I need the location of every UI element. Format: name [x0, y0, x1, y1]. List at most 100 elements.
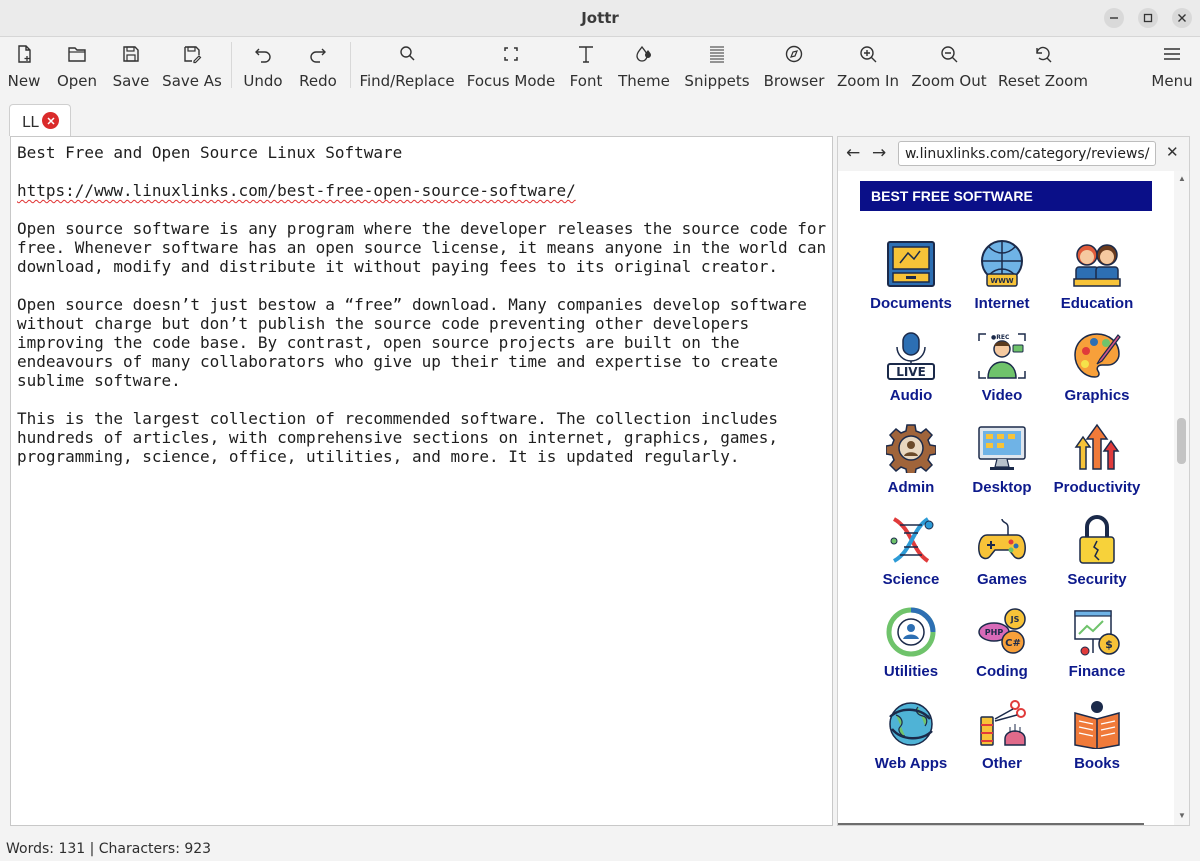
open-button[interactable]: Open — [56, 43, 98, 93]
category-science[interactable]: Science — [861, 515, 961, 601]
editor-line: hundreds of articles, with comprehensive… — [17, 428, 778, 447]
scroll-up-icon[interactable]: ▲ — [1178, 174, 1186, 183]
theme-label: Theme — [618, 72, 670, 90]
undo-button[interactable]: Undo — [243, 43, 283, 93]
browser-nav-bar: ← → w.linuxlinks.com/category/reviews/ ✕ — [838, 137, 1189, 171]
zoom-in-button[interactable]: Zoom In — [837, 43, 899, 93]
svg-text:PHP: PHP — [985, 628, 1004, 637]
category-audio[interactable]: LIVE Audio — [861, 331, 961, 417]
close-browser-button[interactable]: ✕ — [1166, 143, 1179, 161]
redo-label: Redo — [299, 72, 337, 90]
new-button[interactable]: New — [8, 43, 40, 93]
category-label: Video — [981, 387, 1023, 404]
minimize-icon — [1110, 17, 1118, 19]
editor-line: Open source software is any program wher… — [17, 219, 827, 238]
find-replace-button[interactable]: Find/Replace — [359, 43, 455, 93]
books-icon — [1074, 701, 1120, 749]
open-label: Open — [56, 72, 98, 90]
category-label: Games — [976, 571, 1028, 588]
snippets-button[interactable]: Snippets — [684, 43, 750, 93]
category-label: Internet — [974, 295, 1030, 312]
menu-button[interactable]: Menu — [1151, 43, 1193, 93]
scroll-down-icon[interactable]: ▼ — [1178, 811, 1186, 820]
tab-ll[interactable]: LL — [9, 104, 71, 136]
snippets-label: Snippets — [684, 72, 750, 90]
save-as-icon — [184, 46, 202, 64]
save-as-button[interactable]: Save As — [162, 43, 222, 93]
close-icon — [1178, 14, 1186, 22]
back-button[interactable]: ← — [846, 143, 860, 163]
category-internet[interactable]: WWW Internet — [952, 239, 1052, 325]
category-documents[interactable]: Documents — [861, 239, 961, 325]
category-desktop[interactable]: Desktop — [952, 423, 1052, 509]
category-admin[interactable]: Admin — [861, 423, 961, 509]
toolbar-separator — [231, 42, 232, 88]
browser-button[interactable]: Browser — [763, 43, 825, 93]
editor-line-url: https://www.linuxlinks.com/best-free-ope… — [17, 181, 576, 200]
editor-line: Best Free and Open Source Linux Software — [17, 143, 403, 162]
maximize-button[interactable] — [1138, 8, 1158, 28]
theme-drop-icon — [636, 45, 651, 62]
minimize-button[interactable] — [1104, 8, 1124, 28]
zoom-in-label: Zoom In — [837, 72, 899, 90]
category-books[interactable]: Books — [1047, 699, 1147, 785]
browser-scrollbar[interactable]: ▲ ▼ — [1174, 171, 1189, 825]
save-button[interactable]: Save — [113, 43, 149, 93]
category-productivity[interactable]: Productivity — [1047, 423, 1147, 509]
category-security[interactable]: Security — [1047, 515, 1147, 601]
close-window-button[interactable] — [1172, 8, 1192, 28]
web-apps-globe-icon — [889, 702, 933, 746]
category-coding[interactable]: JS PHP C# Coding — [952, 607, 1052, 693]
reset-zoom-label: Reset Zoom — [998, 72, 1088, 90]
redo-button[interactable]: Redo — [299, 43, 337, 93]
category-video[interactable]: ●REC Video — [952, 331, 1052, 417]
editor-line: download, modify and distribute it witho… — [17, 257, 778, 276]
desktop-icon — [978, 426, 1026, 470]
category-label: Documents — [870, 295, 952, 312]
category-games[interactable]: Games — [952, 515, 1052, 601]
category-other[interactable]: Other — [952, 699, 1052, 785]
forward-button[interactable]: → — [872, 143, 886, 163]
graphics-icon — [1074, 333, 1121, 378]
text-editor[interactable]: Best Free and Open Source Linux Software… — [10, 136, 833, 826]
focus-icon — [504, 47, 518, 61]
zoom-in-icon — [860, 46, 877, 63]
category-web-apps[interactable]: Web Apps — [861, 699, 961, 785]
theme-button[interactable]: Theme — [618, 43, 670, 93]
category-label: Books — [1074, 755, 1120, 772]
education-icon — [1073, 244, 1121, 287]
category-label: Science — [882, 571, 940, 588]
font-button[interactable]: Font — [570, 43, 602, 93]
best-free-software-banner: BEST FREE SOFTWARE — [860, 181, 1152, 211]
category-utilities[interactable]: Utilities — [861, 607, 961, 693]
gamepad-icon — [978, 518, 1026, 560]
tab-close-button[interactable] — [42, 112, 59, 129]
svg-text:●REC: ●REC — [991, 334, 1010, 341]
hamburger-menu-icon — [1164, 48, 1180, 60]
category-label: Productivity — [1053, 479, 1141, 496]
browser-label: Browser — [763, 72, 825, 90]
svg-text:C#: C# — [1005, 638, 1021, 649]
zoom-out-label: Zoom Out — [911, 72, 987, 90]
category-education[interactable]: Education — [1047, 239, 1147, 325]
category-finance[interactable]: $ Finance — [1047, 607, 1147, 693]
svg-text:WWW: WWW — [990, 277, 1013, 285]
focus-mode-button[interactable]: Focus Mode — [467, 43, 555, 93]
category-label: Finance — [1068, 663, 1126, 680]
toolbar: New Open Save Save As Undo Redo Find/Rep… — [0, 37, 1200, 95]
category-label: Web Apps — [874, 755, 948, 772]
page-content-strip — [838, 823, 1144, 825]
find-replace-label: Find/Replace — [359, 72, 455, 90]
category-label: Other — [981, 755, 1022, 772]
science-dna-icon — [890, 517, 934, 563]
editor-line: https://www.linuxlinks.com/best-free-ope… — [17, 181, 576, 200]
zoom-out-button[interactable]: Zoom Out — [911, 43, 987, 93]
reset-zoom-button[interactable]: Reset Zoom — [998, 43, 1088, 93]
url-input[interactable]: w.linuxlinks.com/category/reviews/ — [898, 141, 1156, 166]
other-sewing-icon — [980, 700, 1026, 746]
scrollbar-thumb[interactable] — [1177, 418, 1186, 464]
internet-icon: WWW — [981, 240, 1023, 287]
font-label: Font — [569, 72, 603, 90]
close-icon — [46, 116, 55, 125]
category-graphics[interactable]: Graphics — [1047, 331, 1147, 417]
